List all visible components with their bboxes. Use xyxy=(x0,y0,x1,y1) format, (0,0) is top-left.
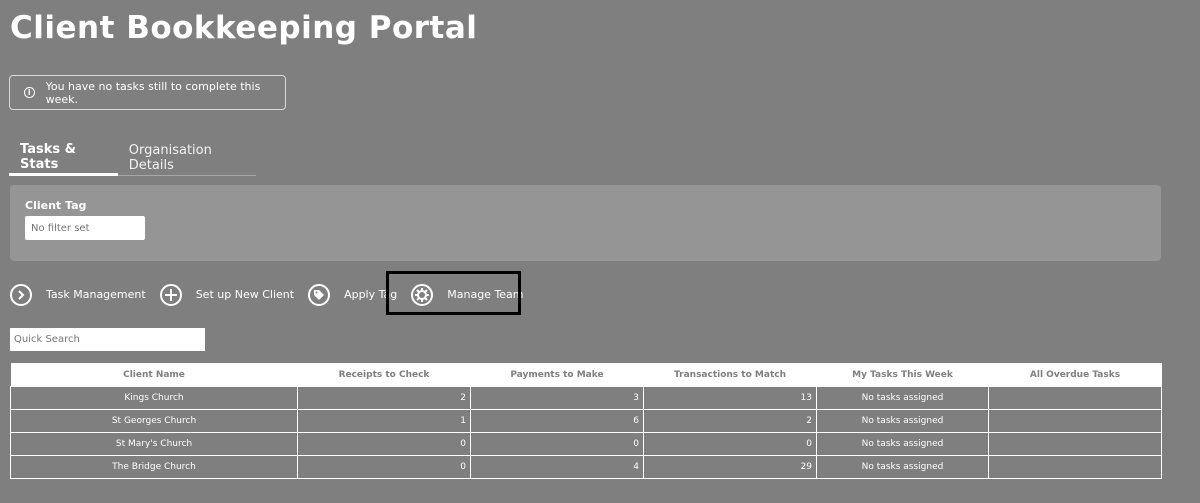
my-tasks-cell: No tasks assigned xyxy=(816,455,989,479)
my-tasks-cell: No tasks assigned xyxy=(816,386,989,410)
tab-organisation-details[interactable]: Organisation Details xyxy=(118,140,256,175)
payments-cell: 0 xyxy=(470,432,644,456)
client-tag-filter-input[interactable] xyxy=(25,216,145,240)
receipts-cell: 0 xyxy=(297,455,471,479)
new-client-button[interactable]: Set up New Client xyxy=(159,283,295,306)
payments-cell: 3 xyxy=(470,386,644,410)
table-header-row: Client Name Receipts to Check Payments t… xyxy=(10,363,1162,387)
transactions-cell: 29 xyxy=(643,455,817,479)
column-header[interactable]: My Tasks This Week xyxy=(816,363,989,387)
highlight-box xyxy=(386,271,521,315)
info-icon: i xyxy=(24,87,35,98)
client-tag-label: Client Tag xyxy=(25,199,87,212)
plus-icon xyxy=(159,283,182,306)
table-row[interactable]: Kings Church 2 3 13 No tasks assigned xyxy=(10,386,1162,410)
payments-cell: 6 xyxy=(470,409,644,433)
tag-icon xyxy=(308,283,331,306)
column-header[interactable]: Receipts to Check xyxy=(297,363,471,387)
table-row[interactable]: St Georges Church 1 6 2 No tasks assigne… xyxy=(10,409,1162,433)
notice-banner: i You have no tasks still to complete th… xyxy=(9,75,286,110)
client-name-cell[interactable]: Kings Church xyxy=(10,386,298,410)
task-management-button[interactable]: Task Management xyxy=(10,283,146,306)
receipts-cell: 2 xyxy=(297,386,471,410)
client-table: Client Name Receipts to Check Payments t… xyxy=(10,363,1162,479)
new-client-label: Set up New Client xyxy=(195,288,295,301)
transactions-cell: 0 xyxy=(643,432,817,456)
notice-text: You have no tasks still to complete this… xyxy=(45,79,261,106)
tab-tasks-stats[interactable]: Tasks & Stats xyxy=(9,140,118,176)
receipts-cell: 0 xyxy=(297,432,471,456)
quick-search-input[interactable] xyxy=(10,328,205,351)
payments-cell: 4 xyxy=(470,455,644,479)
my-tasks-cell: No tasks assigned xyxy=(816,409,989,433)
table-row[interactable]: The Bridge Church 0 4 29 No tasks assign… xyxy=(10,455,1162,479)
client-name-cell[interactable]: St Georges Church xyxy=(10,409,298,433)
transactions-cell: 13 xyxy=(643,386,817,410)
task-management-label: Task Management xyxy=(46,288,146,301)
tab-bar: Tasks & Stats Organisation Details xyxy=(9,140,256,176)
apply-tag-button[interactable]: Apply Tag xyxy=(308,283,397,306)
overdue-cell xyxy=(988,386,1162,410)
column-header[interactable]: Client Name xyxy=(10,363,298,387)
receipts-cell: 1 xyxy=(297,409,471,433)
chevron-right-icon xyxy=(10,283,32,306)
overdue-cell xyxy=(988,409,1162,433)
client-name-cell[interactable]: The Bridge Church xyxy=(10,455,298,479)
table-row[interactable]: St Mary's Church 0 0 0 No tasks assigned xyxy=(10,432,1162,456)
transactions-cell: 2 xyxy=(643,409,817,433)
my-tasks-cell: No tasks assigned xyxy=(816,432,989,456)
column-header[interactable]: Transactions to Match xyxy=(643,363,817,387)
overdue-cell xyxy=(988,432,1162,456)
overdue-cell xyxy=(988,455,1162,479)
page-title: Client Bookkeeping Portal xyxy=(10,10,478,46)
client-name-cell[interactable]: St Mary's Church xyxy=(10,432,298,456)
filter-panel: Client Tag xyxy=(10,185,1161,261)
column-header[interactable]: Payments to Make xyxy=(470,363,644,387)
column-header[interactable]: All Overdue Tasks xyxy=(988,363,1162,387)
